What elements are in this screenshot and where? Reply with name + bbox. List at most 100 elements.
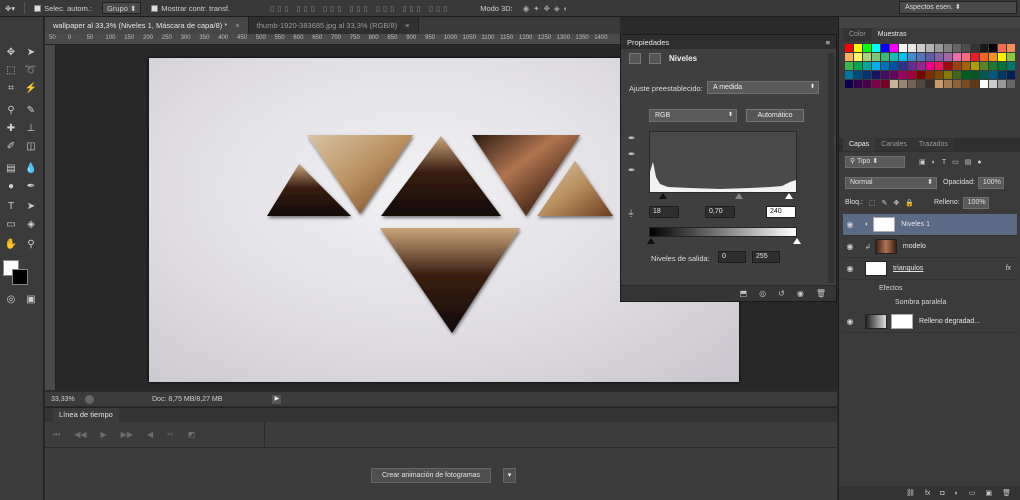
new-layer-icon[interactable]: ▣ bbox=[985, 489, 992, 497]
next-frame-icon[interactable]: ▶▶ bbox=[121, 430, 133, 439]
swatch[interactable] bbox=[935, 53, 943, 61]
swatch[interactable] bbox=[890, 71, 898, 79]
brush-icon[interactable]: ✎ bbox=[22, 103, 40, 119]
swatch[interactable] bbox=[935, 62, 943, 70]
eye-icon[interactable]: ◉ bbox=[843, 317, 857, 326]
swatch[interactable] bbox=[953, 62, 961, 70]
path-selection-icon[interactable]: ➤ bbox=[22, 199, 40, 215]
swatch[interactable] bbox=[863, 44, 871, 52]
screen-mode-icon[interactable]: ▣ bbox=[22, 292, 40, 308]
swatch[interactable] bbox=[899, 44, 907, 52]
close-icon[interactable]: × bbox=[405, 21, 409, 30]
swatch[interactable] bbox=[953, 44, 961, 52]
zoom-icon[interactable]: ⚲ bbox=[22, 237, 40, 253]
auto-select-dropdown[interactable]: Grupo ⬍ bbox=[102, 2, 142, 14]
align-buttons[interactable]: ▯▯▯ ▯▯▯ ▯▯▯ ▯▯▯ ▯▯▯ ▯▯▯ ▯▯▯ bbox=[265, 0, 455, 17]
swatch[interactable] bbox=[971, 62, 979, 70]
swatch[interactable] bbox=[917, 80, 925, 88]
swatch[interactable] bbox=[872, 62, 880, 70]
effects-label[interactable]: Efectos bbox=[879, 285, 902, 292]
swatch[interactable] bbox=[953, 71, 961, 79]
prev-frame-icon[interactable]: ◀◀ bbox=[74, 430, 86, 439]
drop-shadow-effect[interactable]: Sombra paralela bbox=[895, 299, 946, 306]
auto-select-checkbox[interactable] bbox=[34, 4, 42, 12]
swatch[interactable] bbox=[1007, 53, 1015, 61]
swatch[interactable] bbox=[989, 71, 997, 79]
audio-icon[interactable]: ◀ bbox=[147, 430, 153, 439]
move-tool-preset[interactable]: ✥▾ bbox=[0, 0, 20, 17]
3d-icon[interactable]: ◈ bbox=[22, 217, 40, 233]
clip-icon[interactable]: ⏚ bbox=[627, 208, 635, 219]
properties-title[interactable]: Propiedades bbox=[627, 38, 669, 47]
swatch[interactable] bbox=[944, 53, 952, 61]
swatch[interactable] bbox=[845, 44, 853, 52]
status-menu-arrow-icon[interactable]: ▶ bbox=[272, 394, 282, 404]
swatch[interactable] bbox=[863, 53, 871, 61]
swatch[interactable] bbox=[953, 80, 961, 88]
input-black-slider[interactable] bbox=[659, 193, 667, 199]
layer-name[interactable]: Niveles 1 bbox=[901, 221, 930, 228]
swatch[interactable] bbox=[881, 44, 889, 52]
chevron-down-icon[interactable]: ▾ bbox=[503, 468, 516, 483]
swatch[interactable] bbox=[1007, 80, 1015, 88]
swatch[interactable] bbox=[854, 80, 862, 88]
swatch[interactable] bbox=[926, 62, 934, 70]
dodge-icon[interactable]: ● bbox=[2, 179, 20, 195]
swatch[interactable] bbox=[863, 62, 871, 70]
swatch[interactable] bbox=[971, 80, 979, 88]
swatch[interactable] bbox=[926, 71, 934, 79]
swatch[interactable] bbox=[935, 44, 943, 52]
show-transform-checkbox[interactable] bbox=[151, 4, 159, 12]
swatch[interactable] bbox=[908, 53, 916, 61]
swatch[interactable] bbox=[971, 44, 979, 52]
document-tab-wallpaper[interactable]: wallpaper al 33,3% (Niveles 1, Máscara d… bbox=[45, 17, 249, 34]
swatch[interactable] bbox=[872, 44, 880, 52]
swatch[interactable] bbox=[998, 62, 1006, 70]
swatch[interactable] bbox=[980, 44, 988, 52]
swatch[interactable] bbox=[989, 62, 997, 70]
swatch[interactable] bbox=[908, 44, 916, 52]
add-mask-icon[interactable]: ◘ bbox=[940, 490, 944, 497]
crop-icon[interactable]: ⌗ bbox=[2, 81, 20, 97]
swatch[interactable] bbox=[890, 44, 898, 52]
swatch[interactable] bbox=[872, 71, 880, 79]
auto-button[interactable]: Automático bbox=[746, 109, 804, 122]
eye-icon[interactable]: ◉ bbox=[843, 264, 857, 273]
output-white-slider[interactable] bbox=[793, 238, 801, 244]
swatch[interactable] bbox=[944, 80, 952, 88]
fx-icon[interactable]: fx bbox=[925, 490, 930, 497]
layer-thumbnail[interactable] bbox=[865, 261, 887, 276]
view-previous-icon[interactable]: ◎ bbox=[759, 289, 766, 298]
input-white-slider[interactable] bbox=[785, 193, 793, 199]
play-icon[interactable]: ▶ bbox=[101, 430, 107, 439]
swatch[interactable] bbox=[998, 53, 1006, 61]
swatch[interactable] bbox=[953, 53, 961, 61]
swatch[interactable] bbox=[908, 80, 916, 88]
reset-icon[interactable]: ↺ bbox=[778, 289, 785, 298]
arrow-icon[interactable]: ➤ bbox=[22, 45, 40, 61]
tab-paths[interactable]: Trazados bbox=[912, 138, 954, 151]
swatch[interactable] bbox=[962, 62, 970, 70]
output-white-field[interactable]: 255 bbox=[752, 251, 780, 263]
swatch[interactable] bbox=[971, 53, 979, 61]
swatch[interactable] bbox=[989, 44, 997, 52]
swatch[interactable] bbox=[854, 44, 862, 52]
swatch[interactable] bbox=[962, 80, 970, 88]
swatch[interactable] bbox=[899, 80, 907, 88]
eye-icon[interactable]: ◉ bbox=[843, 242, 857, 251]
swatch[interactable] bbox=[944, 62, 952, 70]
input-white-field[interactable]: 240 bbox=[766, 206, 796, 218]
create-frame-animation-button[interactable]: Crear animación de fotogramas bbox=[371, 468, 492, 483]
swatch[interactable] bbox=[917, 71, 925, 79]
swatch[interactable] bbox=[989, 53, 997, 61]
swatch[interactable] bbox=[854, 62, 862, 70]
layer-name[interactable]: triangulos bbox=[893, 265, 923, 272]
output-black-slider[interactable] bbox=[647, 238, 655, 244]
input-black-field[interactable]: 18 bbox=[649, 206, 679, 218]
swatch[interactable] bbox=[962, 44, 970, 52]
quick-mask-icon[interactable]: ◎ bbox=[2, 292, 20, 308]
layer-name[interactable]: Relleno degradad... bbox=[919, 318, 980, 325]
swatch[interactable] bbox=[926, 80, 934, 88]
timeline-title[interactable]: Línea de tiempo bbox=[53, 408, 119, 422]
swatch[interactable] bbox=[845, 62, 853, 70]
